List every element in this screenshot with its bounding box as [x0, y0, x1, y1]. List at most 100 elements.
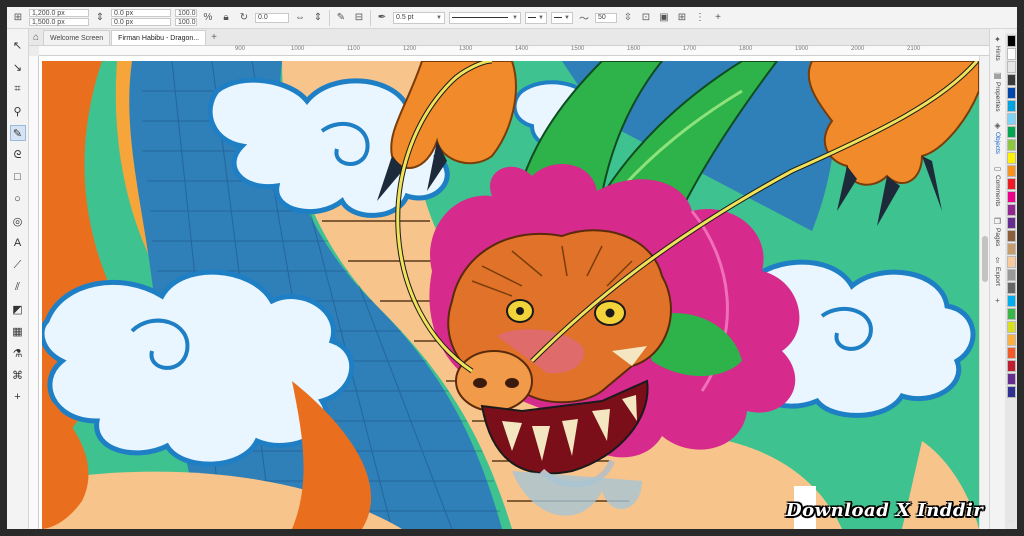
- outline-width-select[interactable]: 0.5 pt ▼: [393, 11, 445, 24]
- zoom-tool-icon[interactable]: ⚲: [10, 103, 26, 119]
- color-swatch[interactable]: [1006, 386, 1016, 398]
- color-swatch[interactable]: [1006, 48, 1016, 60]
- color-swatch[interactable]: [1006, 347, 1016, 359]
- color-swatch[interactable]: [1006, 308, 1016, 320]
- docker-tab-properties[interactable]: ▤ Properties: [994, 71, 1002, 112]
- mirror-horizontal-icon[interactable]: ⇔: [293, 11, 307, 25]
- rotate-icon: ↻: [239, 12, 249, 23]
- new-tab-icon[interactable]: +: [207, 30, 221, 45]
- stepper-icon[interactable]: ⇳: [621, 11, 635, 25]
- text-tool-icon[interactable]: A: [10, 235, 26, 251]
- scale-x-field[interactable]: 100.0: [175, 9, 197, 17]
- color-swatch[interactable]: [1006, 191, 1016, 203]
- tab-dragon-document[interactable]: Firman Habibu - Dragon...: [111, 30, 207, 45]
- bounding-box-icon[interactable]: ⊞: [11, 11, 25, 25]
- scrollbar-thumb[interactable]: [982, 236, 988, 282]
- color-swatch[interactable]: [1006, 269, 1016, 281]
- color-swatch[interactable]: [1006, 230, 1016, 242]
- home-icon[interactable]: ⌂: [29, 29, 43, 45]
- color-swatch[interactable]: [1006, 74, 1016, 86]
- smoothing-field[interactable]: 50: [595, 12, 617, 23]
- horizontal-ruler[interactable]: 900 1000 1100 1200 1300 1400 1500 1600 1700 1800 1…: [39, 46, 995, 56]
- color-swatch[interactable]: [1006, 334, 1016, 346]
- color-swatch[interactable]: [1006, 35, 1016, 47]
- docker-add-button[interactable]: +: [995, 296, 1000, 307]
- pick-tool-icon[interactable]: ↖: [10, 37, 26, 53]
- shape-tool-icon[interactable]: ↘: [10, 59, 26, 75]
- wrap-text-icon[interactable]: ⊡: [639, 11, 653, 25]
- separator: [329, 9, 330, 26]
- width-field[interactable]: 1,200.0 px: [29, 9, 89, 17]
- color-swatch[interactable]: [1006, 217, 1016, 229]
- color-swatch[interactable]: [1006, 113, 1016, 125]
- start-arrow-select[interactable]: ▼: [525, 11, 547, 24]
- color-swatch[interactable]: [1006, 87, 1016, 99]
- eyedropper-tool-icon[interactable]: ⚗: [10, 345, 26, 361]
- line-style-select[interactable]: ▼: [449, 11, 521, 24]
- vertical-ruler[interactable]: [29, 56, 39, 529]
- docker-tab-label: Hints: [994, 46, 1001, 61]
- ellipse-tool-icon[interactable]: ○: [10, 191, 26, 207]
- distribute-icon[interactable]: ⋮: [693, 11, 707, 25]
- rotation-field[interactable]: 0.0: [255, 12, 289, 23]
- tab-welcome-screen[interactable]: Welcome Screen: [43, 30, 111, 45]
- ruler-corner[interactable]: [29, 46, 39, 56]
- lock-icon[interactable]: 🔒︎: [219, 11, 233, 25]
- x-field[interactable]: 0.0 px: [111, 9, 171, 17]
- arrow-preview: [528, 17, 536, 18]
- color-swatch[interactable]: [1006, 178, 1016, 190]
- connector-tool-icon[interactable]: ⟋: [10, 257, 26, 273]
- color-swatch[interactable]: [1006, 373, 1016, 385]
- mirror-vertical-icon[interactable]: ⇕: [311, 11, 325, 25]
- transparency-tool-icon[interactable]: ▦: [10, 323, 26, 339]
- scale-y-field[interactable]: 100.0: [175, 18, 197, 26]
- smart-fill-tool-icon[interactable]: ⌘: [10, 367, 26, 383]
- color-swatch[interactable]: [1006, 100, 1016, 112]
- height-field[interactable]: 1,500.0 px: [29, 18, 89, 26]
- y-field[interactable]: 0.0 px: [111, 18, 171, 26]
- spiral-tool-icon[interactable]: ◎: [10, 213, 26, 229]
- pages-icon: ❐: [993, 216, 1002, 226]
- freehand-tool-icon[interactable]: ✎: [9, 125, 26, 141]
- artistic-media-icon[interactable]: ᘓ: [10, 147, 26, 163]
- rectangle-tool-icon[interactable]: □: [10, 169, 26, 185]
- color-swatch[interactable]: [1006, 321, 1016, 333]
- color-swatch[interactable]: [1006, 152, 1016, 164]
- blend-tool-icon[interactable]: ⫽: [10, 279, 26, 295]
- align-icon[interactable]: ⊞: [675, 11, 689, 25]
- docker-tab-export[interactable]: ⇪ Export: [994, 256, 1001, 286]
- vertical-scrollbar[interactable]: [979, 56, 989, 529]
- color-swatch[interactable]: [1006, 139, 1016, 151]
- property-bar: ⊞ 1,200.0 px 1,500.0 px ⇕ 0.0 px 0.0 px …: [7, 7, 1017, 29]
- docker-tab-pages[interactable]: ❐ Pages: [994, 217, 1001, 246]
- end-arrow-select[interactable]: ▼: [551, 11, 573, 24]
- add-tool-icon[interactable]: +: [10, 389, 26, 405]
- separator: [370, 9, 371, 26]
- drawing-canvas[interactable]: [39, 56, 979, 529]
- color-swatch[interactable]: [1006, 256, 1016, 268]
- docker-tab-objects[interactable]: ◈ Objects: [994, 121, 1001, 154]
- color-swatch[interactable]: [1006, 243, 1016, 255]
- arrange-icon[interactable]: ⊟: [352, 11, 366, 25]
- dragon-artwork: [42, 61, 979, 529]
- to-front-icon[interactable]: ▣: [657, 11, 671, 25]
- color-swatch[interactable]: [1006, 126, 1016, 138]
- crop-tool-icon[interactable]: ⌗: [10, 81, 26, 97]
- ruler-tick-label: 2100: [907, 46, 921, 52]
- color-swatch[interactable]: [1006, 61, 1016, 73]
- lock-ratio-icon[interactable]: ⇕: [93, 11, 107, 25]
- color-swatch[interactable]: [1006, 165, 1016, 177]
- scale-fields: 100.0 100.0: [175, 9, 197, 26]
- color-swatch[interactable]: [1006, 204, 1016, 216]
- watermark-sub: .org: [1007, 518, 1014, 523]
- edit-icon[interactable]: ✎: [334, 11, 348, 25]
- add-icon[interactable]: +: [711, 11, 725, 25]
- docker-tab-comments[interactable]: ▭ Comments: [994, 164, 1002, 206]
- ruler-tick-label: 1200: [403, 46, 417, 52]
- docker-tab-hints[interactable]: ✦ Hints: [994, 35, 1001, 61]
- shadow-tool-icon[interactable]: ◩: [10, 301, 26, 317]
- color-swatch[interactable]: [1006, 295, 1016, 307]
- position-fields: 0.0 px 0.0 px: [111, 9, 171, 26]
- color-swatch[interactable]: [1006, 360, 1016, 372]
- color-swatch[interactable]: [1006, 282, 1016, 294]
